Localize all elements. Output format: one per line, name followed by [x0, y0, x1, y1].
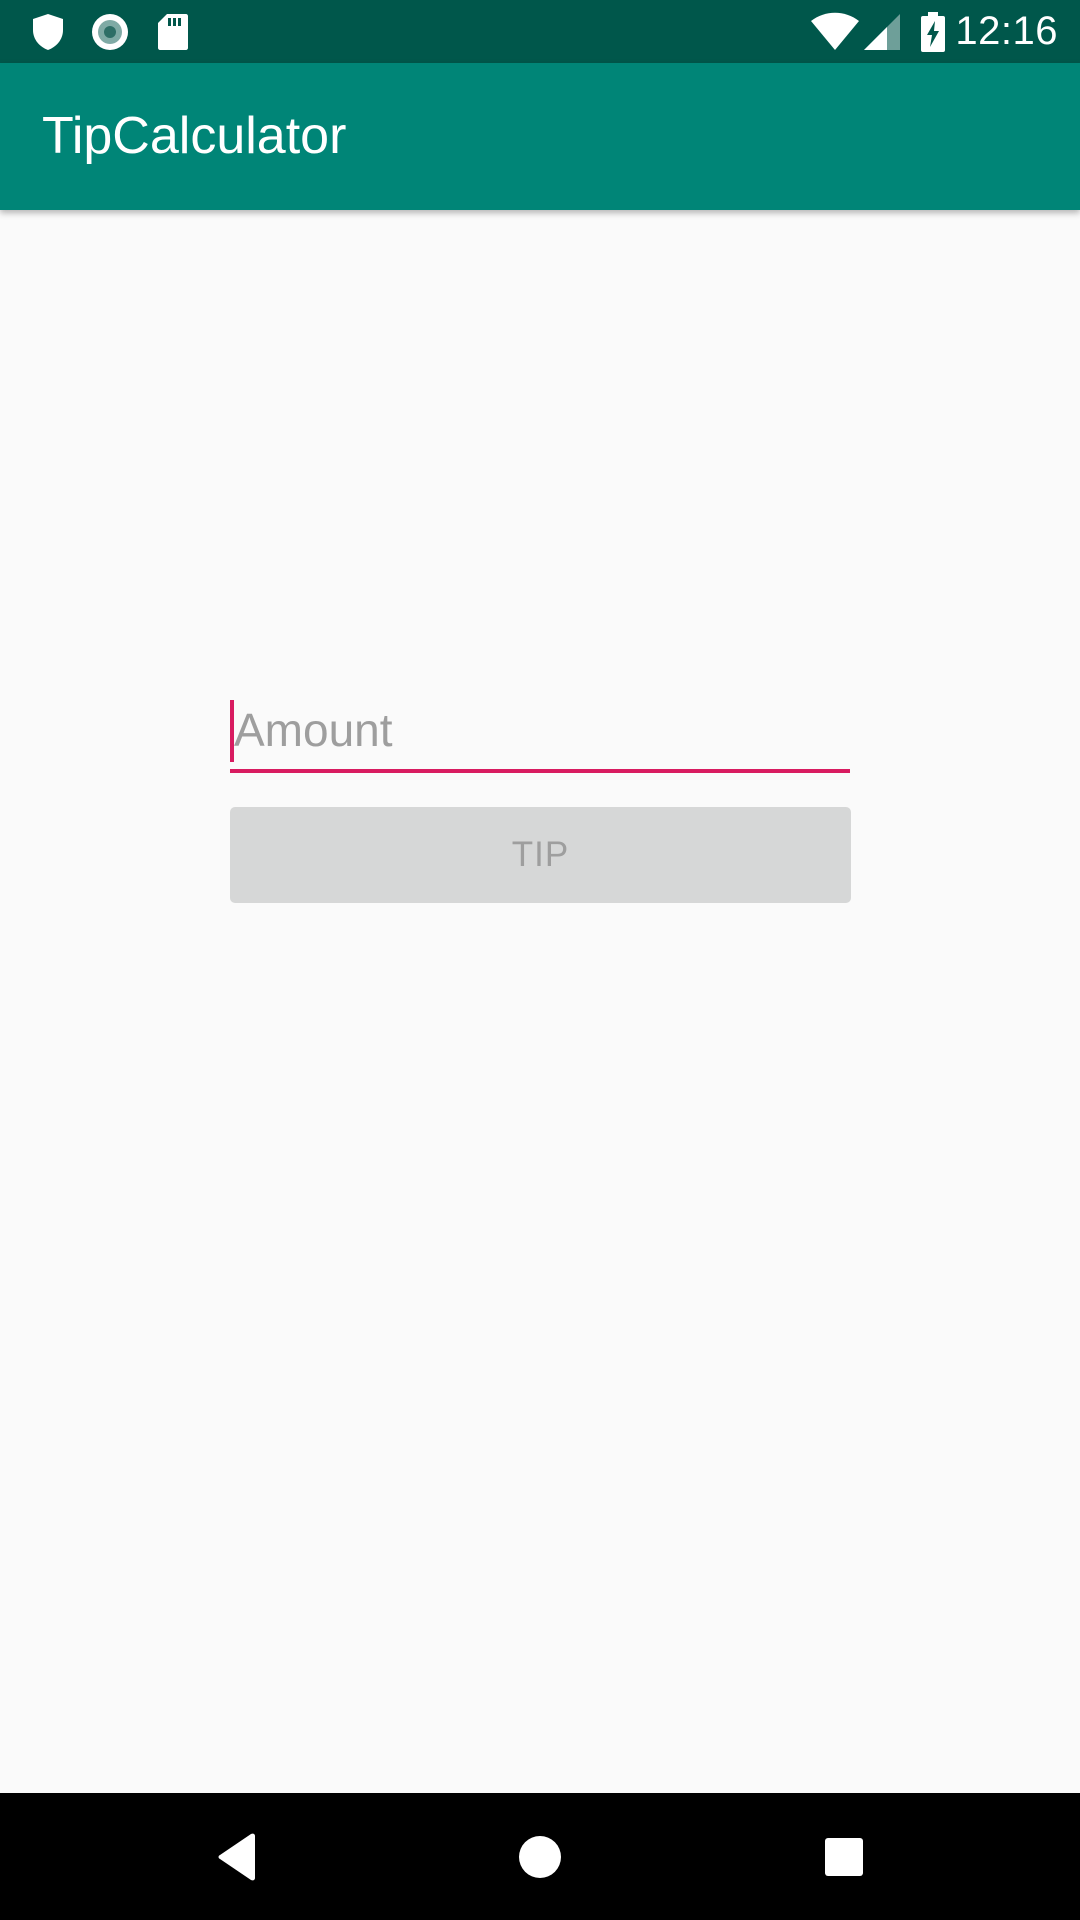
- battery-charging-icon: [918, 0, 948, 63]
- shield-icon: [28, 0, 68, 63]
- text-cursor: [230, 700, 234, 762]
- tip-button[interactable]: TIP: [230, 807, 851, 903]
- record-icon: [88, 0, 132, 63]
- back-icon[interactable]: [177, 1793, 297, 1920]
- app-bar: TipCalculator: [0, 63, 1080, 210]
- amount-underline: [230, 769, 850, 773]
- navigation-bar: [0, 1793, 1080, 1920]
- status-bar: 12:16: [0, 0, 1080, 63]
- wifi-icon: [808, 0, 862, 63]
- sd-card-icon: [155, 0, 191, 63]
- app-title: TipCalculator: [42, 107, 347, 165]
- main-content: [0, 210, 1080, 1793]
- cell-signal-icon: [862, 0, 902, 63]
- status-time: 12:16: [955, 9, 1058, 53]
- home-icon[interactable]: [480, 1793, 600, 1920]
- amount-input[interactable]: [230, 694, 854, 766]
- recents-icon[interactable]: [784, 1793, 904, 1920]
- amount-field[interactable]: [230, 694, 854, 774]
